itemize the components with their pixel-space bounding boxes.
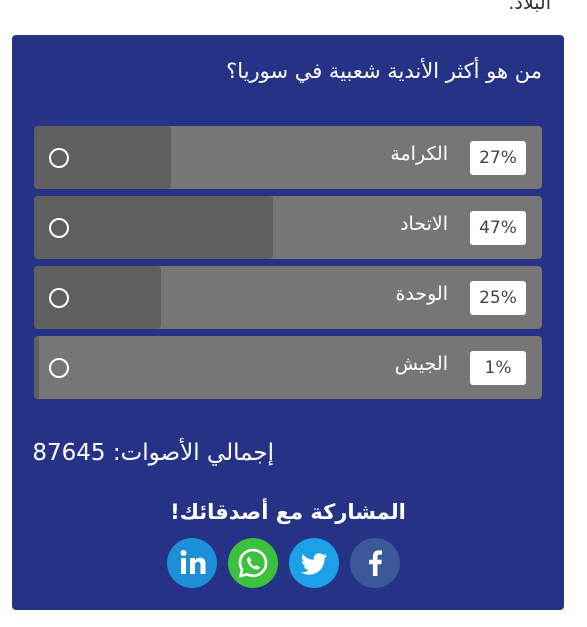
option-percent-badge: 25% [470, 281, 526, 315]
poll-option-ittihad[interactable]: 47% الاتحاد [34, 196, 542, 259]
option-result-bar [34, 196, 273, 259]
total-votes-label: إجمالي الأصوات: [112, 440, 274, 466]
option-percent-badge: 1% [470, 351, 526, 385]
share-title: المشاركة مع أصدقائك! [170, 500, 406, 524]
option-label: الكرامة [390, 143, 448, 165]
radio-button[interactable] [49, 148, 69, 168]
whatsapp-icon [238, 548, 268, 578]
whatsapp-share-button[interactable] [228, 538, 278, 588]
facebook-share-button[interactable] [350, 538, 400, 588]
radio-button[interactable] [49, 288, 69, 308]
twitter-share-button[interactable] [289, 538, 339, 588]
linkedin-icon [180, 550, 206, 574]
radio-button[interactable] [49, 358, 69, 378]
poll-option-jaish[interactable]: 1% الجيش [34, 336, 542, 399]
option-label: الجيش [394, 353, 448, 375]
twitter-icon [300, 553, 327, 575]
share-buttons [12, 538, 564, 588]
option-percent-badge: 47% [470, 211, 526, 245]
option-label: الاتحاد [400, 213, 448, 235]
option-percent-badge: 27% [470, 141, 526, 175]
linkedin-share-button[interactable] [167, 538, 217, 588]
article-text-fragment: البلاد. [508, 0, 551, 14]
poll-question: من هو أكثر الأندية شعبية في سوريا؟ [226, 59, 542, 83]
option-result-bar [34, 336, 40, 399]
poll-option-karama[interactable]: 27% الكرامة [34, 126, 542, 189]
radio-button[interactable] [49, 218, 69, 238]
poll-option-wahda[interactable]: 25% الوحدة [34, 266, 542, 329]
total-votes-value: 87645 [32, 440, 106, 466]
poll-card: من هو أكثر الأندية شعبية في سوريا؟ 27% ا… [12, 35, 564, 610]
facebook-icon [369, 550, 382, 576]
option-label: الوحدة [395, 283, 448, 305]
total-votes: إجمالي الأصوات: 87645 [32, 440, 274, 466]
